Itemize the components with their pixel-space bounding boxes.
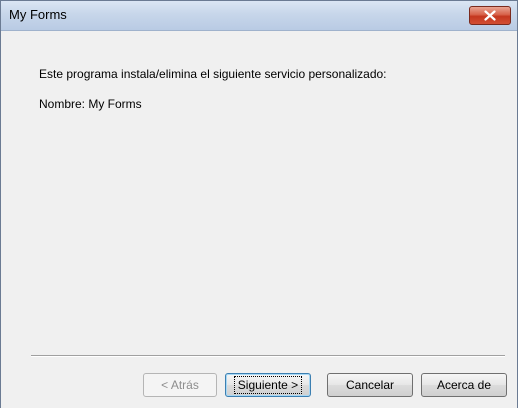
window-title: My Forms	[9, 7, 67, 22]
about-button-label: Acerca de	[436, 378, 492, 392]
next-button-label: Siguiente >	[233, 376, 303, 394]
close-icon	[484, 10, 496, 21]
dialog-window: My Forms Este programa instala/elimina e…	[0, 0, 518, 408]
cancel-button[interactable]: Cancelar	[327, 373, 413, 397]
service-name-text: Nombre: My Forms	[39, 97, 142, 111]
next-button[interactable]: Siguiente >	[225, 373, 311, 397]
description-text: Este programa instala/elimina el siguien…	[39, 67, 387, 81]
separator	[31, 355, 505, 357]
title-bar[interactable]: My Forms	[1, 1, 517, 31]
back-button-label: < Atrás	[161, 378, 199, 392]
back-button[interactable]: < Atrás	[143, 373, 217, 397]
close-button[interactable]	[469, 6, 511, 25]
cancel-button-label: Cancelar	[345, 378, 395, 392]
about-button[interactable]: Acerca de	[421, 373, 507, 397]
dialog-content: Este programa instala/elimina el siguien…	[1, 31, 517, 408]
